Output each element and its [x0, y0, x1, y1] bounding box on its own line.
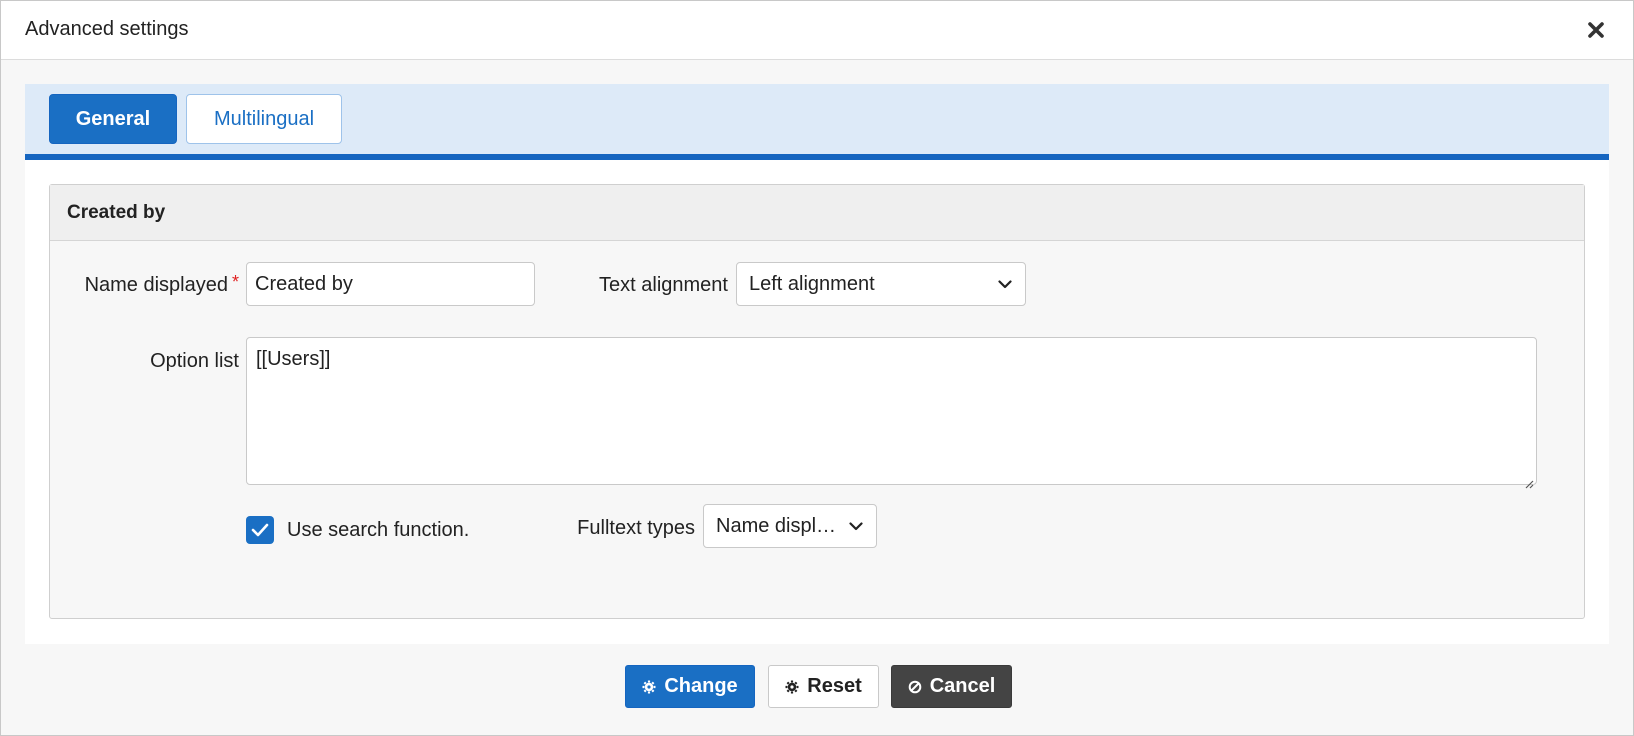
cancel-button[interactable]: Cancel [891, 665, 1012, 708]
gear-icon [785, 680, 799, 694]
tab-general[interactable]: General [49, 94, 177, 144]
text-alignment-value: Left alignment [749, 272, 875, 295]
chevron-down-icon [997, 276, 1013, 292]
reset-button-label: Reset [807, 675, 862, 697]
use-search-checkbox[interactable] [246, 516, 274, 544]
name-displayed-value: Created by [255, 272, 353, 295]
option-list-textarea[interactable]: [[Users]] [246, 337, 1537, 489]
dialog-title: Advanced settings [25, 18, 189, 40]
cancel-icon [908, 680, 922, 694]
chevron-down-icon [848, 518, 864, 534]
use-search-label: Use search function. [287, 519, 470, 541]
reset-button[interactable]: Reset [768, 665, 879, 708]
name-displayed-label-text: Name displayed [84, 274, 228, 296]
close-icon[interactable] [1585, 19, 1607, 41]
cancel-button-label: Cancel [929, 675, 996, 697]
fulltext-types-label: Fulltext types [577, 517, 695, 539]
required-mark: * [231, 272, 239, 292]
resize-grip-icon[interactable] [1524, 472, 1534, 489]
gear-icon [642, 680, 656, 694]
change-button[interactable]: Change [625, 665, 755, 708]
panel-header: Created by [50, 185, 1584, 241]
checkmark-icon [251, 523, 269, 537]
fulltext-types-value: Name displ… [716, 514, 837, 537]
fulltext-types-select[interactable]: Name displ… [703, 504, 877, 548]
tab-bar: General Multilingual [25, 84, 1609, 160]
advanced-settings-dialog: Advanced settings General Multilingual C… [0, 0, 1634, 736]
dialog-titlebar: Advanced settings [1, 1, 1633, 60]
close-icon-glyph [1588, 22, 1604, 38]
created-by-panel: Created by Name displayed * Created by Te… [49, 184, 1585, 619]
option-list-value: [[Users]] [256, 348, 331, 370]
name-displayed-input[interactable]: Created by [246, 262, 535, 306]
tab-multilingual[interactable]: Multilingual [186, 94, 342, 144]
change-button-label: Change [664, 675, 738, 697]
name-displayed-label: Name displayed * [74, 272, 239, 297]
text-alignment-select[interactable]: Left alignment [736, 262, 1026, 306]
text-alignment-label: Text alignment [599, 274, 728, 296]
dialog-body: General Multilingual Created by Name dis… [25, 84, 1609, 644]
option-list-label: Option list [150, 350, 239, 372]
panel-title: Created by [67, 202, 166, 223]
